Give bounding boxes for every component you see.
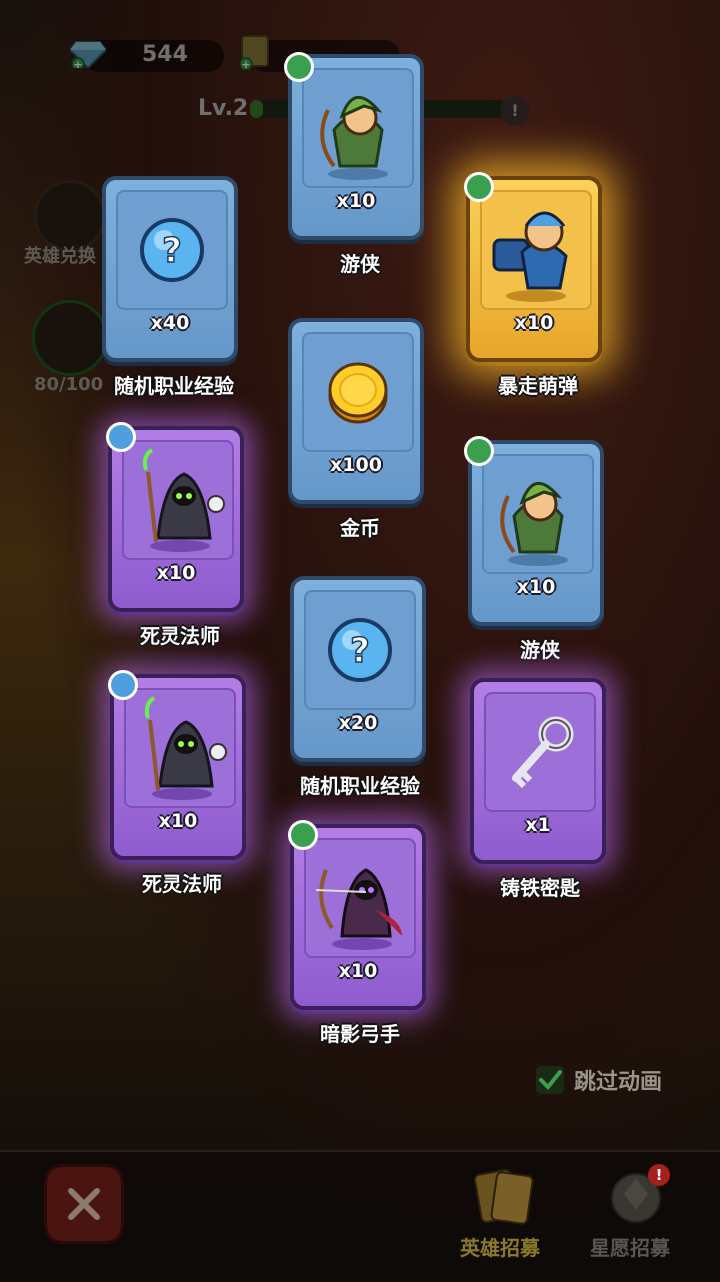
card-quantity: x100 bbox=[330, 454, 382, 476]
card-art: ? bbox=[304, 590, 416, 710]
class-badge-icon bbox=[106, 422, 136, 452]
close-button[interactable] bbox=[44, 1164, 124, 1244]
svg-text:?: ? bbox=[162, 231, 182, 271]
tab-hero-recruit-label: 英雄招募 bbox=[460, 1236, 540, 1260]
svg-text:?: ? bbox=[350, 631, 370, 671]
alert-badge-icon: ! bbox=[648, 1164, 670, 1186]
card-art: ? bbox=[116, 190, 228, 310]
reward-card: x100 bbox=[288, 318, 424, 504]
reward-card: ? x40 bbox=[102, 176, 238, 362]
card-pack-icon bbox=[473, 1169, 534, 1225]
card-name: 死灵法师 bbox=[140, 624, 220, 648]
iron-key-icon bbox=[512, 716, 574, 789]
card-art bbox=[484, 692, 596, 812]
class-badge-icon bbox=[284, 52, 314, 82]
tab-wish-recruit[interactable]: ! 星愿招募 bbox=[584, 1164, 688, 1260]
class-badge-icon bbox=[288, 820, 318, 850]
card-quantity: x40 bbox=[150, 312, 190, 334]
class-badge-icon bbox=[108, 670, 138, 700]
card-name: 铸铁密匙 bbox=[500, 876, 580, 900]
card-name: 游侠 bbox=[520, 638, 560, 662]
card-quantity: x1 bbox=[525, 814, 551, 836]
class-badge-icon bbox=[464, 436, 494, 466]
card-art bbox=[304, 838, 416, 958]
card-quantity: x10 bbox=[156, 562, 196, 584]
necromancer-hero-icon bbox=[142, 448, 225, 552]
card-art bbox=[124, 688, 236, 808]
close-icon bbox=[68, 1188, 100, 1220]
card-quantity: x10 bbox=[158, 810, 198, 832]
cannon-hero-icon bbox=[492, 211, 568, 302]
card-quantity: x10 bbox=[336, 190, 376, 212]
ranger-hero-icon bbox=[500, 482, 568, 566]
necromancer-hero-icon bbox=[144, 696, 227, 800]
card-name: 死灵法师 bbox=[142, 872, 222, 896]
card-name: 暴走萌弹 bbox=[498, 374, 578, 398]
reward-card: x10 bbox=[288, 54, 424, 240]
card-art bbox=[122, 440, 234, 560]
reward-card: x10 bbox=[108, 426, 244, 612]
reward-card: x10 bbox=[290, 824, 426, 1010]
reward-card: x10 bbox=[468, 440, 604, 626]
skip-animation-label: 跳过动画 bbox=[574, 1070, 663, 1095]
card-art bbox=[302, 332, 414, 452]
card-art bbox=[480, 190, 592, 310]
shadow-archer-hero-icon bbox=[315, 868, 402, 950]
card-quantity: x10 bbox=[516, 576, 556, 598]
card-name: 随机职业经验 bbox=[300, 774, 420, 798]
reward-card: x1 bbox=[470, 678, 606, 864]
reward-card: ? x20 bbox=[290, 576, 426, 762]
check-icon bbox=[539, 1070, 562, 1090]
card-quantity: x10 bbox=[338, 960, 378, 982]
card-name: 金币 bbox=[340, 516, 380, 540]
ranger-hero-icon bbox=[320, 96, 388, 180]
checkbox[interactable] bbox=[536, 1066, 564, 1094]
tab-wish-recruit-label: 星愿招募 bbox=[590, 1236, 670, 1260]
card-name: 游侠 bbox=[340, 252, 380, 276]
card-quantity: x10 bbox=[514, 312, 554, 334]
class-badge-icon bbox=[464, 172, 494, 202]
wish-tree-icon bbox=[611, 1173, 661, 1223]
gold-coin-icon bbox=[328, 362, 388, 424]
reward-card: x10 bbox=[466, 176, 602, 362]
random-exp-orb-icon: ? bbox=[328, 618, 392, 682]
card-art bbox=[302, 68, 414, 188]
card-quantity: x20 bbox=[338, 712, 378, 734]
card-art bbox=[482, 454, 594, 574]
card-name: 暗影弓手 bbox=[320, 1022, 400, 1046]
reward-card: x10 bbox=[110, 674, 246, 860]
random-exp-orb-icon: ? bbox=[140, 218, 204, 282]
card-name: 随机职业经验 bbox=[114, 374, 234, 398]
tab-hero-recruit[interactable]: 英雄招募 bbox=[454, 1164, 554, 1260]
skip-animation-toggle[interactable]: 跳过动画 bbox=[536, 1062, 696, 1098]
